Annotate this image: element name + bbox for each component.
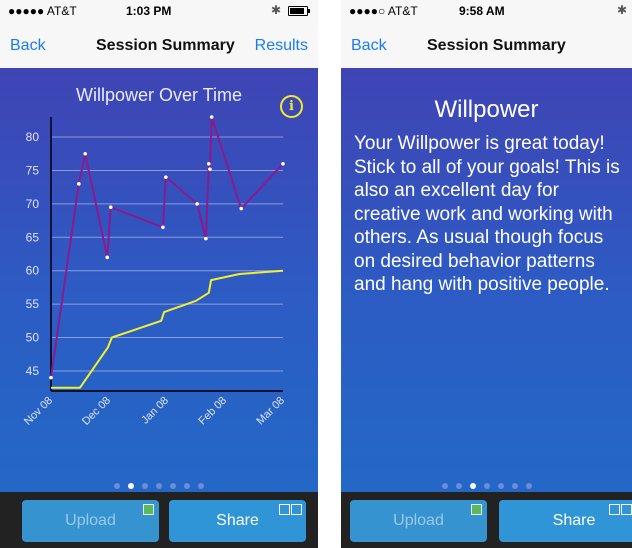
upload-button[interactable]: Upload — [350, 500, 487, 542]
navigation-bar: Back Session Summary — [341, 22, 632, 68]
status-bar: ●●●●● AT&T 1:03 PM ✱ — [0, 0, 318, 22]
page-dot-active[interactable] — [128, 483, 134, 489]
share-square-icon — [609, 504, 620, 515]
page-dot[interactable] — [511, 483, 518, 489]
page-dot[interactable] — [483, 483, 490, 489]
upload-button[interactable]: Upload — [22, 500, 159, 542]
back-button[interactable]: Back — [351, 37, 387, 55]
y-tick-label: 65 — [26, 230, 40, 244]
data-point — [105, 255, 110, 260]
battery-icon — [288, 6, 310, 16]
page-dot-active[interactable] — [469, 483, 476, 489]
data-point — [195, 202, 199, 206]
share-square-icon — [291, 504, 302, 515]
data-point — [83, 151, 88, 156]
data-point — [164, 175, 168, 179]
page-dot[interactable] — [142, 483, 148, 489]
data-point — [208, 167, 212, 171]
description-panel[interactable]: Willpower Your Willpower is great today!… — [341, 68, 632, 492]
share-button[interactable]: Share — [499, 500, 632, 542]
description-body: Your Willpower is great today! Stick to … — [354, 133, 620, 295]
share-label: Share — [216, 512, 259, 529]
navigation-bar: Back Session Summary Results — [0, 22, 318, 68]
y-tick-label: 45 — [26, 364, 40, 378]
x-tick-label: Nov 08 — [22, 395, 55, 428]
status-time: 1:03 PM — [126, 4, 172, 18]
bluetooth-icon: ✱ — [271, 3, 282, 17]
status-time: 9:58 AM — [459, 4, 505, 18]
page-indicator[interactable] — [0, 476, 318, 489]
x-tick-label: Dec 08 — [80, 395, 113, 428]
upload-label: Upload — [65, 512, 116, 529]
series-line-2 — [51, 269, 284, 389]
chart-panel[interactable]: Willpower Over Time i 45 50 55 60 65 70 75 80 No… — [0, 68, 318, 492]
page-dot[interactable] — [156, 483, 162, 489]
bottom-toolbar: Upload Share — [341, 492, 632, 548]
left-phone-screen: ●●●●● AT&T 1:03 PM ✱ Back Session Summar… — [0, 0, 318, 548]
data-point — [209, 115, 214, 119]
x-tick-label: Jan 08 — [139, 395, 171, 427]
series-line-1 — [50, 116, 284, 378]
y-tick-label: 75 — [26, 163, 40, 177]
share-square-icon — [621, 504, 632, 515]
page-indicator[interactable] — [341, 476, 632, 489]
data-point — [49, 375, 53, 380]
upload-status-indicator — [471, 504, 482, 515]
bottom-toolbar: Upload Share — [0, 492, 318, 548]
page-dot[interactable] — [455, 483, 462, 489]
data-point — [161, 225, 165, 230]
page-dot[interactable] — [114, 483, 120, 489]
back-button[interactable]: Back — [10, 37, 46, 55]
data-point — [108, 205, 113, 210]
carrier-signal: ●●●●○ AT&T — [349, 4, 418, 18]
page-dot[interactable] — [441, 483, 448, 489]
page-dot[interactable] — [497, 483, 504, 489]
bluetooth-icon: ✱ — [617, 3, 628, 17]
nav-title: Session Summary — [96, 37, 235, 54]
y-tick-label: 70 — [26, 197, 40, 211]
share-label: Share — [552, 512, 596, 529]
data-point — [206, 161, 211, 166]
page-dot[interactable] — [198, 483, 204, 489]
nav-title: Session Summary — [427, 37, 566, 54]
share-button[interactable]: Share — [169, 500, 306, 542]
page-dot[interactable] — [184, 483, 190, 489]
upload-status-indicator — [143, 504, 154, 515]
right-phone-screen: ●●●●○ AT&T 9:58 AM ✱ Back Session Summar… — [341, 0, 632, 548]
status-bar: ●●●●○ AT&T 9:58 AM ✱ — [341, 0, 632, 22]
x-tick-label: Mar 08 — [254, 395, 287, 428]
data-point — [281, 161, 285, 166]
y-tick-label: 55 — [26, 297, 40, 311]
data-point — [204, 236, 208, 241]
share-square-icon — [279, 504, 290, 515]
willpower-chart: 45 50 55 60 65 70 75 80 Nov 08 Dec 08 Jan 08 Feb 08… — [22, 115, 287, 428]
page-dot[interactable] — [170, 483, 176, 489]
carrier-signal: ●●●●● AT&T — [8, 4, 77, 18]
description-heading: Willpower — [434, 96, 539, 123]
data-point — [239, 206, 244, 211]
page-dot[interactable] — [525, 483, 532, 489]
data-point — [77, 182, 81, 186]
results-button[interactable]: Results — [255, 37, 308, 55]
upload-label: Upload — [393, 512, 444, 529]
y-tick-label: 80 — [26, 130, 40, 144]
y-tick-label: 50 — [26, 331, 40, 345]
x-tick-label: Feb 08 — [196, 395, 229, 428]
y-tick-label: 60 — [26, 264, 40, 278]
